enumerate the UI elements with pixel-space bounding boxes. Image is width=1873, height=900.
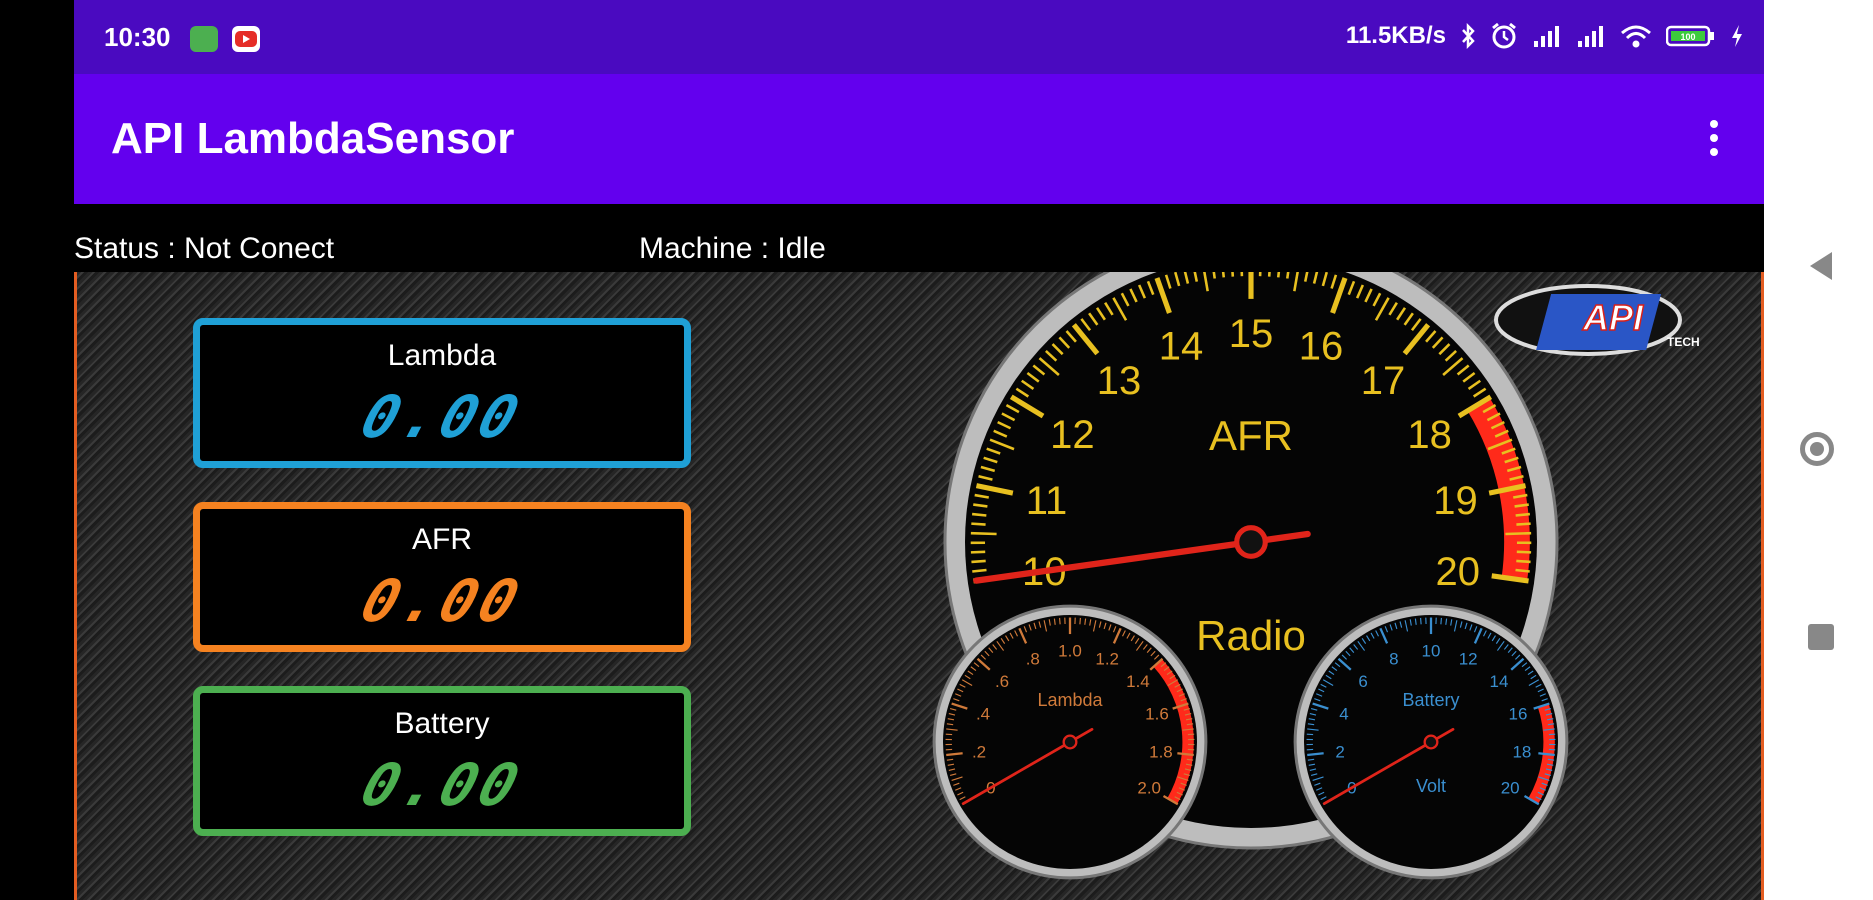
signal-icon: [1578, 26, 1603, 47]
gauge-title: Lambda: [1037, 690, 1103, 710]
battery-gauge: 02468101214161820BatteryVolt: [1293, 604, 1569, 880]
wifi-icon: [1621, 25, 1651, 48]
gauge-tick-label: 12: [1050, 413, 1095, 457]
logo-text: API: [1582, 297, 1644, 338]
app-window: 10:30 11.5KB/s 100 API LambdaSensor Stat…: [74, 0, 1764, 900]
youtube-notification-icon: [232, 26, 260, 52]
app-toolbar: API LambdaSensor: [74, 74, 1764, 204]
android-nav-bar: [1764, 0, 1873, 900]
minor-tick: [970, 550, 986, 554]
minor-tick: [1505, 531, 1532, 536]
minor-tick: [1420, 617, 1422, 625]
minor-tick: [1267, 272, 1271, 277]
gauge-tick-label: 1.6: [1145, 705, 1169, 724]
gauge-tick-label: .2: [972, 743, 986, 762]
gauge-tick-label: 18: [1407, 413, 1452, 457]
minor-tick: [1515, 512, 1531, 517]
gauge-tick-label: 1.2: [1095, 649, 1119, 668]
charging-icon: [1732, 25, 1742, 47]
gauge-tick-label: 20: [1501, 779, 1520, 798]
gauge-title: AFR: [1209, 412, 1293, 459]
gauge-tick-label: 2: [1335, 743, 1344, 762]
left-letterbox: [0, 0, 74, 900]
alarm-icon: [1492, 22, 1516, 49]
gauge-tick-label: 20: [1435, 550, 1480, 594]
gauge-tick-label: 11: [1026, 479, 1068, 523]
gauge-tick-label: 15: [1229, 312, 1274, 356]
gauge-tick-label: 10: [1422, 642, 1441, 661]
app-title: API LambdaSensor: [111, 114, 515, 163]
gauge-tick-label: 14: [1159, 324, 1204, 368]
minor-tick: [970, 531, 997, 536]
minor-tick: [1445, 618, 1448, 625]
minor-tick: [1084, 618, 1087, 625]
gauge-tick-label: .4: [976, 705, 990, 724]
minor-tick: [1059, 617, 1061, 625]
minor-tick: [1515, 568, 1530, 573]
api-logo: API TECH: [1494, 284, 1700, 356]
gauge-tick-label: 17: [1361, 359, 1406, 403]
battery-icon: 100: [1666, 25, 1714, 47]
gauge-tick-label: 16: [1509, 705, 1528, 724]
gauge-tick-label: .6: [995, 672, 1009, 691]
notification-app-icon: [190, 26, 218, 52]
gauge-title: Battery: [1402, 690, 1459, 710]
minor-tick: [1440, 617, 1442, 625]
gauge-cluster: 1011121314151617181920AFRRadio0.2.4.6.81…: [932, 272, 1700, 880]
gauge-tick-label: 13: [1097, 359, 1142, 403]
clock: 10:30: [104, 22, 171, 52]
gauge-tick-label: 14: [1489, 672, 1508, 691]
battery-level: 100: [1680, 32, 1695, 42]
minor-tick: [1231, 272, 1235, 277]
machine-state: Machine : Idle: [639, 232, 826, 265]
gauge-tick-label: 8: [1389, 649, 1398, 668]
gauge-subtitle: Volt: [1416, 776, 1446, 796]
gauge-tick-label: 1.8: [1149, 743, 1173, 762]
lambda-gauge: 0.2.4.6.81.01.21.41.61.82.0Lambda: [932, 604, 1208, 880]
gauge-tick-label: 1.0: [1058, 642, 1082, 661]
minor-tick: [1276, 272, 1281, 278]
logo-subtext: TECH: [1667, 335, 1700, 349]
minor-tick: [1516, 522, 1531, 526]
bluetooth-icon: [1462, 23, 1475, 49]
network-speed: 11.5KB/s: [1345, 22, 1446, 49]
minor-tick: [971, 512, 987, 517]
needle-hub: [1423, 734, 1439, 750]
gauge-tick-label: 12: [1459, 649, 1478, 668]
gauge-tick-label: 2.0: [1137, 779, 1161, 798]
minor-tick: [972, 568, 987, 573]
minor-tick: [1221, 272, 1226, 278]
minor-tick: [971, 559, 986, 564]
minor-tick: [1516, 550, 1532, 554]
connection-status: Status : Not Conect: [74, 232, 335, 265]
signal-icon: [1534, 26, 1559, 47]
needle-hub: [1234, 525, 1268, 559]
minor-tick: [1079, 617, 1081, 625]
gauge-tick-label: 16: [1299, 324, 1344, 368]
home-icon[interactable]: [1800, 432, 1834, 466]
system-status-bar: 10:30 11.5KB/s 100: [74, 0, 1764, 74]
minor-tick: [1516, 559, 1531, 564]
minor-tick: [1053, 618, 1056, 625]
gauge-tick-label: 6: [1358, 672, 1367, 691]
needle-hub: [1062, 734, 1078, 750]
gauge-tick-label: 18: [1512, 743, 1531, 762]
back-icon[interactable]: [1810, 252, 1832, 280]
minor-tick: [1414, 618, 1417, 625]
gauge-tick-label: .8: [1026, 649, 1040, 668]
minor-tick: [971, 522, 986, 526]
gauge-tick-label: 19: [1433, 479, 1478, 523]
dashboard-panel: Lambda 0.00 AFR 0.00 Battery 0.00 101112…: [74, 272, 1764, 900]
recent-apps-icon[interactable]: [1808, 624, 1834, 650]
gauge-tick-label: 4: [1339, 705, 1348, 724]
gauge-subtitle: Radio: [1196, 612, 1306, 659]
overflow-menu-icon[interactable]: [1704, 120, 1724, 162]
gauge-tick-label: 1.4: [1126, 672, 1150, 691]
